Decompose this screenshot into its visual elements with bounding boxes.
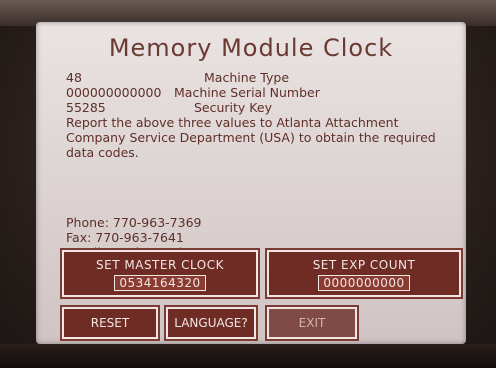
- set-master-clock-button[interactable]: SET MASTER CLOCK 0534164320: [62, 250, 258, 297]
- master-clock-value: 0534164320: [114, 275, 206, 291]
- phone-label: Phone:: [66, 215, 109, 230]
- set-exp-count-label: SET EXP COUNT: [312, 258, 416, 272]
- machine-type-label: Machine Type: [204, 70, 290, 85]
- page-title: Memory Module Clock: [108, 34, 394, 62]
- set-exp-count-button[interactable]: SET EXP COUNT 0000000000: [267, 250, 461, 297]
- instruction-text: Report the above three values to Atlanta…: [66, 115, 436, 160]
- machine-serial-row: 000000000000 Machine Serial Number: [66, 85, 456, 100]
- touch-screen: Memory Module Clock 48 Machine Type 0000…: [36, 22, 466, 344]
- exp-count-value: 0000000000: [318, 275, 410, 291]
- language-button[interactable]: LANGUAGE?: [166, 307, 256, 339]
- fax-label: Fax:: [66, 230, 92, 245]
- machine-info: 48 Machine Type 000000000000 Machine Ser…: [66, 70, 456, 160]
- machine-type-row: 48 Machine Type: [66, 70, 456, 85]
- machine-type-value: 48: [66, 70, 82, 85]
- reset-button[interactable]: RESET: [62, 307, 158, 339]
- exit-button[interactable]: EXIT: [267, 307, 357, 339]
- security-key-label: Security Key: [194, 100, 272, 115]
- fax-row: Fax: 770-963-7641: [66, 230, 230, 245]
- machine-serial-label: Machine Serial Number: [174, 85, 320, 100]
- set-master-clock-label: SET MASTER CLOCK: [96, 258, 224, 272]
- phone-row: Phone: 770-963-7369: [66, 215, 230, 230]
- phone-value: 770-963-7369: [112, 215, 202, 230]
- fax-value: 770-963-7641: [95, 230, 184, 245]
- security-key-row: 55285 Security Key: [66, 100, 456, 115]
- security-key-value: 55285: [66, 100, 106, 115]
- bezel-bottom: [0, 344, 496, 368]
- machine-serial-value: 000000000000: [66, 85, 162, 100]
